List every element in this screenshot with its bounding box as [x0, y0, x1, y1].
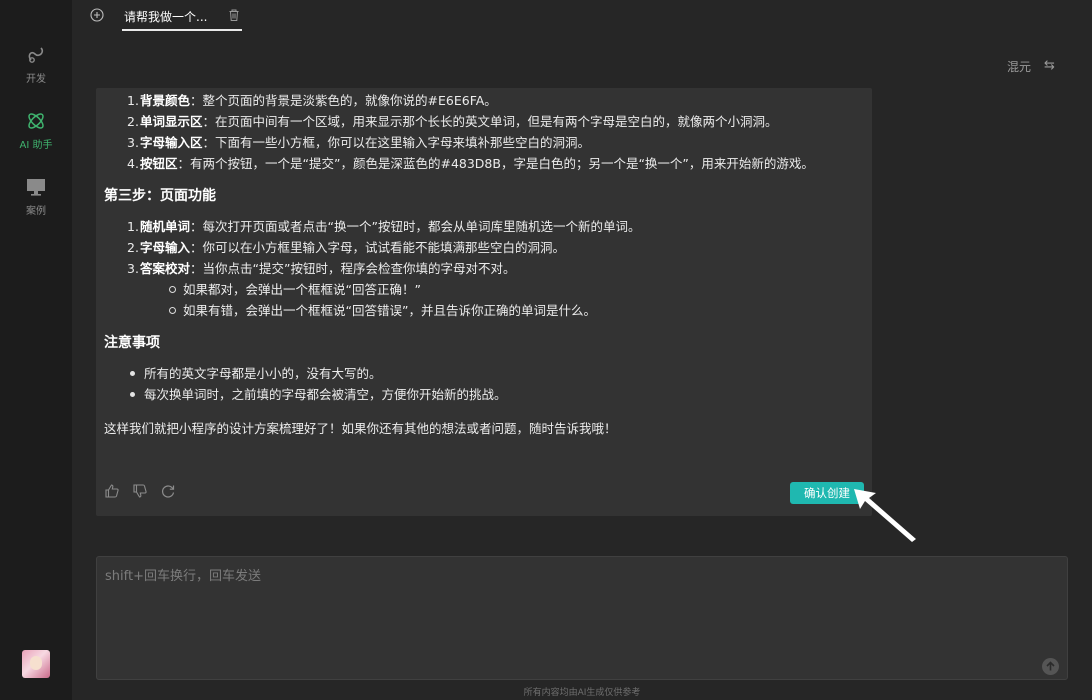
- notes-list: 所有的英文字母都是小小的，没有大写的。 每次换单词时，之前填的字母都会被清空，方…: [130, 363, 869, 405]
- sidebar: 开发 AI 助手 案例: [0, 0, 72, 700]
- list-item: 每次换单词时，之前填的字母都会被清空，方便你开始新的挑战。: [130, 384, 869, 405]
- link-icon: [28, 47, 44, 63]
- closing-text: 这样我们就把小程序的设计方案梳理好了！如果你还有其他的想法或者问题，随时告诉我哦…: [104, 421, 617, 436]
- refresh-icon[interactable]: [160, 483, 176, 499]
- avatar[interactable]: [22, 650, 50, 678]
- sidebar-item-cases[interactable]: 案例: [0, 176, 72, 217]
- function-list: 1. 随机单词：每次打开页面或者点击“换一个”按钮时，都会从单词库里随机选一个新的…: [127, 216, 869, 279]
- swap-icon[interactable]: ⇆: [1044, 58, 1055, 73]
- list-item: 如果有错，会弹出一个框框说“回答错误”，并且告诉你正确的单词是什么。: [169, 300, 869, 321]
- list-item: 所有的英文字母都是小小的，没有大写的。: [130, 363, 869, 384]
- tab-label: 请帮我做一个...: [124, 10, 208, 24]
- thumbs-down-icon[interactable]: [132, 483, 148, 499]
- tab-chat[interactable]: 请帮我做一个...: [124, 0, 207, 32]
- section-heading: 注意事项: [104, 335, 160, 351]
- arrow-up-icon: [1046, 661, 1055, 671]
- sidebar-item-dev[interactable]: 开发: [0, 44, 72, 85]
- result-sublist: 如果都对，会弹出一个框框说“回答正确！” 如果有错，会弹出一个框框说“回答错误”…: [169, 279, 869, 321]
- tab-active-indicator: [122, 29, 242, 31]
- list-item: 2. 字母输入：你可以在小方框里输入字母，试试看能不能填满那些空白的洞洞。: [127, 240, 566, 255]
- list-item: 4. 按钮区：有两个按钮，一个是“提交”，颜色是深蓝色的#483D8B，字是白色的…: [127, 156, 814, 171]
- sidebar-item-label: 开发: [26, 74, 46, 85]
- disclaimer-text: 所有内容均由AI生成仅供参考: [523, 688, 641, 698]
- section-heading: 第三步：页面功能: [104, 188, 216, 204]
- send-button[interactable]: [1042, 658, 1059, 675]
- sidebar-item-label: AI 助手: [19, 140, 53, 151]
- list-item: 1. 随机单词：每次打开页面或者点击“换一个”按钮时，都会从单词库里随机选一个新的…: [127, 219, 641, 234]
- list-item: 3. 答案校对：当你点击“提交”按钮时，程序会检查你填的字母对不对。: [127, 261, 516, 276]
- thumbs-up-icon[interactable]: [104, 483, 120, 499]
- monitor-icon: [27, 179, 45, 196]
- chat-input-box: [96, 556, 1068, 680]
- sidebar-item-ai-assistant[interactable]: AI 助手: [0, 110, 72, 151]
- list-item: 1. 背景颜色：整个页面的背景是淡紫色的，就像你说的#E6E6FA。: [127, 93, 497, 108]
- assistant-message: 1. 背景颜色：整个页面的背景是淡紫色的，就像你说的#E6E6FA。 2. 单词显示…: [96, 88, 872, 516]
- model-selector[interactable]: 混元: [1007, 58, 1031, 75]
- design-list: 1. 背景颜色：整个页面的背景是淡紫色的，就像你说的#E6E6FA。 2. 单词显示…: [127, 90, 869, 174]
- message-content: 1. 背景颜色：整个页面的背景是淡紫色的，就像你说的#E6E6FA。 2. 单词显示…: [104, 88, 869, 439]
- list-item: 3. 字母输入区：下面有一些小方框，你可以在这里输入字母来填补那些空白的洞洞。: [127, 135, 591, 150]
- list-item: 2. 单词显示区：在页面中间有一个区域，用来显示那个长长的英文单词，但是有两个字母…: [127, 114, 778, 129]
- chat-input[interactable]: [105, 565, 1045, 655]
- sidebar-item-label: 案例: [26, 206, 46, 217]
- pointer-arrow-icon: [854, 489, 916, 542]
- tab-bar: 请帮我做一个...: [72, 0, 1092, 32]
- atom-icon: [28, 113, 44, 129]
- trash-icon[interactable]: [227, 8, 241, 22]
- list-item: 如果都对，会弹出一个框框说“回答正确！”: [169, 279, 869, 300]
- add-tab-icon[interactable]: [90, 8, 104, 22]
